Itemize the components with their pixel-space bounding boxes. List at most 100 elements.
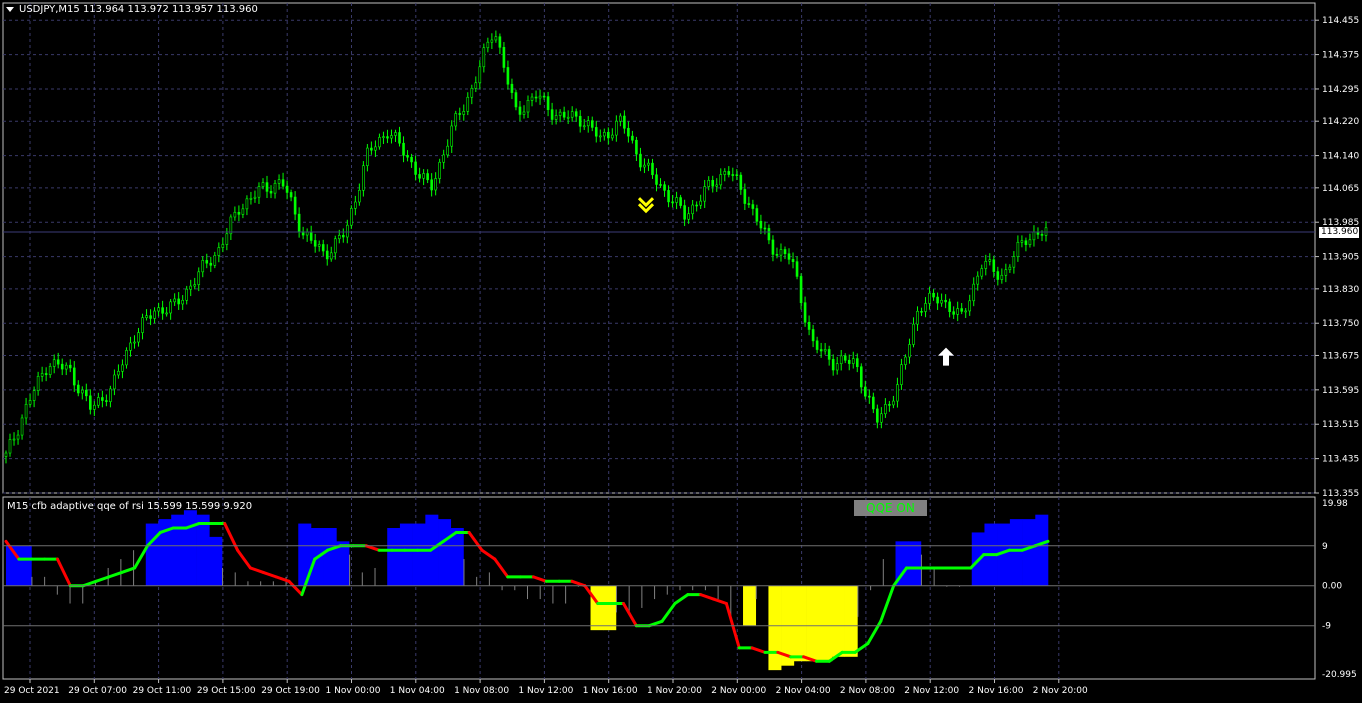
- candle-body: [498, 36, 502, 48]
- candle-body: [289, 192, 293, 198]
- main-chart-header: USDJPY,M15 113.964 113.972 113.957 113.9…: [6, 4, 258, 15]
- candle-body: [189, 285, 193, 290]
- candle-body: [117, 370, 120, 376]
- candle-body: [952, 311, 955, 315]
- candle-body: [603, 131, 606, 137]
- time-tick-label: 2 Nov 00:00: [711, 686, 766, 696]
- price-tick-label: 113.675: [1322, 351, 1359, 361]
- candle-body: [506, 67, 510, 85]
- histogram-bar: [222, 567, 224, 586]
- candle-body: [60, 363, 64, 370]
- candle-body: [663, 184, 666, 191]
- candle-body: [309, 231, 313, 241]
- candle-body: [386, 136, 389, 139]
- candle-body: [4, 452, 8, 457]
- histogram-bar: [56, 585, 58, 595]
- candle-body: [807, 321, 811, 330]
- candle-body: [827, 349, 831, 360]
- candle-body: [695, 204, 698, 207]
- candle-body: [651, 162, 654, 176]
- chart-canvas[interactable]: 114.455 114.375 114.295 114.220 114.140 114.0…: [0, 0, 1362, 700]
- candle-body: [221, 244, 225, 248]
- candle-body: [109, 388, 112, 402]
- candle-body: [679, 197, 682, 206]
- candle-body: [815, 340, 819, 350]
- candle-body: [20, 417, 24, 436]
- trading-terminal: 114.455 114.375 114.295 114.220 114.140 114.0…: [0, 0, 1362, 700]
- candle-body: [892, 400, 895, 406]
- candle-body: [876, 408, 879, 423]
- candle-body: [570, 111, 574, 118]
- candle-body: [751, 204, 755, 209]
- histogram-bar: [387, 528, 401, 586]
- time-axis: 29 Oct 2021 29 Oct 07:00 29 Oct 11:00 29 Oc…: [4, 679, 1088, 696]
- histogram-bar: [654, 585, 656, 600]
- candle-body: [125, 350, 128, 366]
- candle-body: [165, 312, 168, 315]
- candle-body: [932, 292, 935, 298]
- candle-body: [378, 137, 381, 148]
- candle-body: [791, 259, 795, 262]
- candle-body: [988, 259, 992, 262]
- candle-body: [936, 296, 939, 304]
- price-axis: 114.455 114.375 114.295 114.220 114.140 114.0…: [1315, 16, 1359, 499]
- candle-body: [358, 189, 361, 203]
- candle-body: [233, 211, 237, 218]
- candle-body: [831, 359, 835, 371]
- histogram-bar: [692, 585, 694, 591]
- candle-body: [582, 125, 586, 128]
- candle-body: [137, 332, 140, 343]
- histogram-bar: [260, 581, 262, 586]
- candle-body: [402, 142, 405, 156]
- candle-body: [586, 120, 590, 127]
- candle-body: [787, 253, 791, 260]
- candle-body: [1040, 234, 1044, 236]
- histogram-bar: [234, 572, 236, 586]
- candle-body: [691, 204, 694, 215]
- candle-body: [554, 115, 558, 120]
- candle-body: [129, 342, 132, 351]
- candle-body: [193, 284, 197, 287]
- candle-body: [598, 135, 602, 138]
- candle-body: [382, 136, 385, 138]
- candle-body: [835, 363, 839, 371]
- histogram-bar: [488, 572, 490, 586]
- candle-body: [141, 317, 144, 333]
- candle-body: [422, 173, 425, 179]
- candle-body: [354, 201, 357, 209]
- histogram-bar: [755, 585, 757, 600]
- candle-body: [341, 235, 345, 238]
- price-tick-label: 113.595: [1322, 386, 1359, 396]
- candle-body: [32, 390, 36, 401]
- histogram-bar: [1022, 519, 1036, 586]
- candle-body: [530, 96, 534, 101]
- candle-body: [161, 307, 164, 314]
- candle-body: [767, 228, 771, 241]
- time-tick-label: 2 Nov 04:00: [776, 686, 831, 696]
- candle-body: [803, 302, 807, 323]
- histogram-bar: [666, 585, 668, 595]
- main-chart-frame: [2, 2, 1316, 494]
- candle-body: [996, 271, 1000, 280]
- chevron-down-icon[interactable]: [6, 6, 14, 12]
- indicator-tick-label: 19.98: [1322, 499, 1348, 509]
- time-tick-label: 1 Nov 16:00: [583, 686, 638, 696]
- candle-body: [133, 341, 136, 344]
- candle-body: [859, 366, 863, 388]
- histogram-bar: [920, 554, 922, 586]
- candle-body: [446, 145, 449, 156]
- histogram-bar: [412, 523, 426, 586]
- indicator-tick-label: 0.00: [1322, 582, 1342, 592]
- candle-body: [145, 315, 148, 319]
- candle-body: [1004, 269, 1008, 276]
- candle-body: [723, 171, 727, 175]
- candle-body: [281, 179, 285, 187]
- candle-body: [8, 439, 12, 454]
- candle-body: [490, 39, 494, 43]
- qqe-status-badge: QQE ON: [854, 500, 927, 516]
- histogram-bar: [361, 572, 363, 586]
- candle-body: [185, 288, 188, 301]
- histogram-bar: [819, 585, 833, 662]
- candle-body: [615, 120, 618, 136]
- candle-body: [434, 178, 437, 191]
